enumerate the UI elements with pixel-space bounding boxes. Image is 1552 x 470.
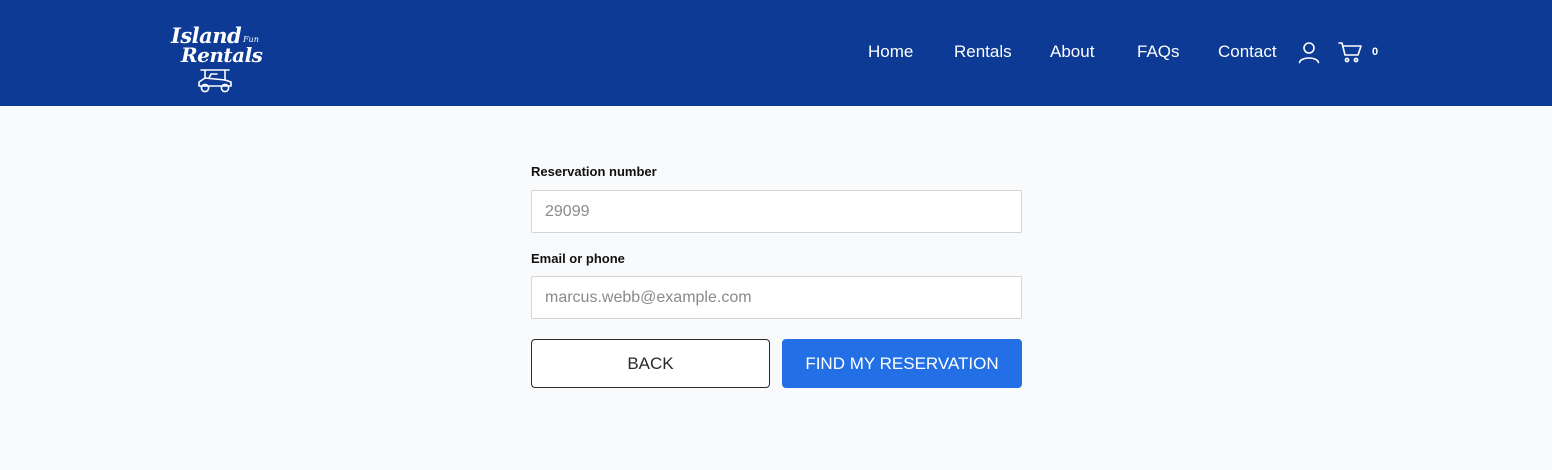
cart-count-badge: 0 [1372,46,1379,58]
nav-about[interactable]: About [1050,40,1094,64]
site-header: Island Fun Rentals Home Rentals About FA… [0,0,1552,106]
email-or-phone-label: Email or phone [531,251,625,266]
back-button[interactable]: BACK [531,339,770,388]
logo-word-rentals: Rentals [181,43,263,67]
shopping-cart-icon[interactable] [1338,41,1363,63]
reservation-number-label: Reservation number [531,164,657,179]
golf-cart-icon [198,69,232,93]
user-icon[interactable] [1297,40,1321,64]
find-reservation-button[interactable]: FIND MY RESERVATION [782,339,1022,388]
reservation-number-input[interactable] [531,190,1022,233]
nav-faqs[interactable]: FAQs [1137,40,1180,64]
nav-home[interactable]: Home [868,40,913,64]
nav-rentals[interactable]: Rentals [954,40,1012,64]
email-or-phone-input[interactable] [531,276,1022,319]
site-logo[interactable]: Island Fun Rentals [168,22,263,94]
nav-contact[interactable]: Contact [1218,40,1277,64]
